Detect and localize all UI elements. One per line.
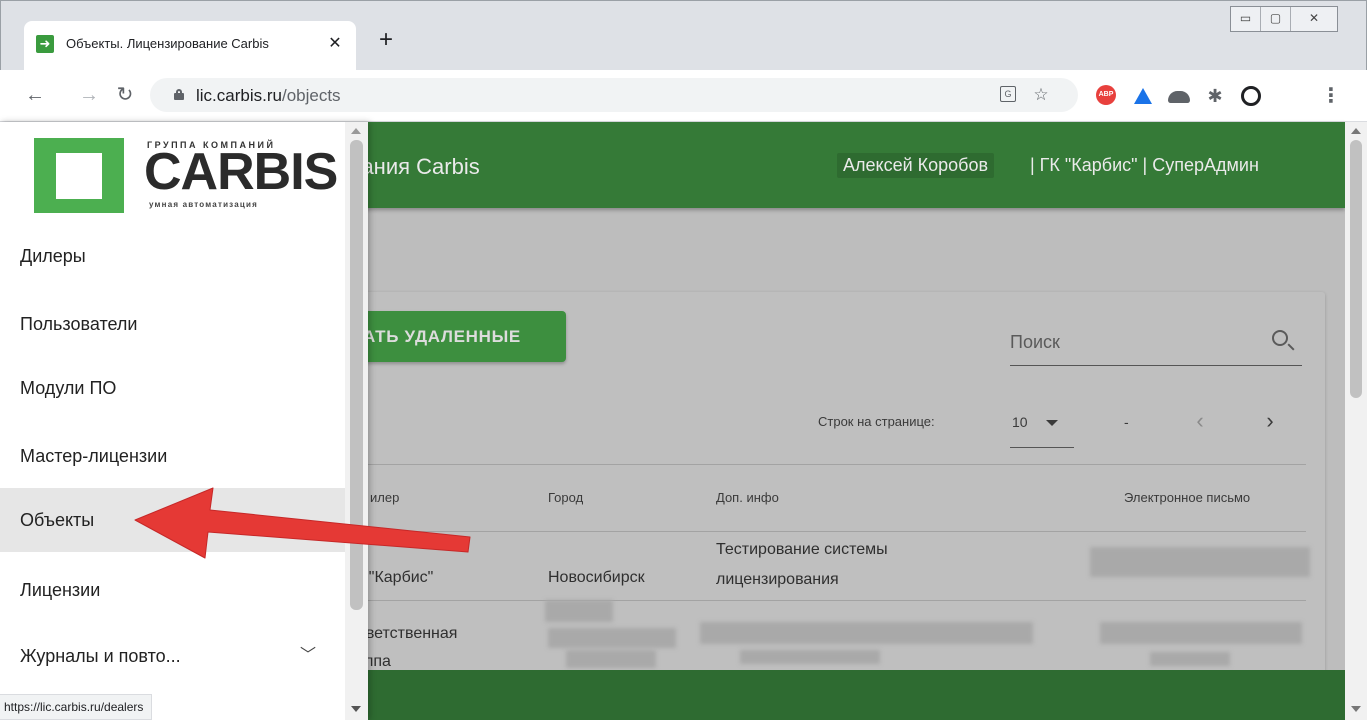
- search-icon[interactable]: [1272, 330, 1288, 346]
- tab-strip: ➜ Объекты. Лицензирование Carbis ✕ + ▭ ▢…: [0, 0, 1367, 70]
- nav-item-software-modules[interactable]: Модули ПО: [0, 356, 345, 420]
- forward-icon[interactable]: →: [76, 82, 102, 108]
- scroll-down-icon[interactable]: [1351, 706, 1361, 712]
- address-bar[interactable]: lic.carbis.ru/objects G ☆: [150, 78, 1078, 112]
- column-header-email[interactable]: Электронное письмо: [1124, 490, 1250, 505]
- redacted-city: [545, 600, 613, 622]
- scroll-down-icon[interactable]: [351, 706, 361, 712]
- footer-bar: [340, 670, 1345, 720]
- profile-icon[interactable]: [1240, 85, 1262, 107]
- page-scrollbar[interactable]: [1345, 122, 1367, 720]
- navigation-drawer: ГРУППА КОМПАНИЙ CARBIS умная автоматизац…: [0, 122, 368, 720]
- column-header-city[interactable]: Город: [548, 490, 583, 505]
- scroll-up-icon[interactable]: [351, 128, 361, 134]
- scrollbar-thumb[interactable]: [1350, 140, 1362, 398]
- divider: [340, 464, 1306, 465]
- scroll-up-icon[interactable]: [1351, 128, 1361, 134]
- scrollbar-thumb[interactable]: [350, 140, 363, 610]
- hat-extension-icon[interactable]: [1168, 85, 1190, 107]
- delta-extension-icon[interactable]: [1132, 85, 1154, 107]
- pagination-range: -: [1124, 414, 1129, 430]
- cell-city: Новосибирск: [548, 569, 645, 586]
- maximize-button[interactable]: ▢: [1261, 7, 1291, 31]
- url-text[interactable]: lic.carbis.ru/objects: [196, 86, 341, 106]
- column-header-dealer[interactable]: илер: [370, 490, 399, 505]
- drawer-scrollbar[interactable]: [345, 122, 368, 720]
- chevron-down-icon: [1046, 420, 1058, 426]
- column-header-info[interactable]: Доп. инфо: [716, 490, 779, 505]
- bookmark-star-icon[interactable]: ☆: [1030, 84, 1052, 106]
- divider: [340, 531, 1306, 532]
- nav-item-logs[interactable]: Журналы и повто... ﹀: [0, 624, 345, 688]
- carbis-logo[interactable]: ГРУППА КОМПАНИЙ CARBIS умная автоматизац…: [34, 138, 338, 213]
- favicon-icon: ➜: [36, 35, 54, 53]
- redacted-info: [700, 622, 1033, 644]
- close-window-button[interactable]: ✕: [1291, 7, 1337, 31]
- redacted-email: [1090, 547, 1310, 577]
- chevron-down-icon: ﹀: [300, 647, 317, 664]
- app-title: вания Carbis: [350, 154, 480, 179]
- extensions-puzzle-icon[interactable]: ✱: [1204, 85, 1226, 107]
- nav-item-dealers[interactable]: Дилеры: [0, 224, 345, 288]
- redacted-info: [740, 650, 880, 664]
- cell-info-line2: лицензирования: [716, 571, 839, 588]
- browser-tab[interactable]: ➜ Объекты. Лицензирование Carbis ✕: [24, 21, 356, 70]
- user-name[interactable]: Алексей Коробов: [837, 153, 995, 178]
- tab-title: Объекты. Лицензирование Carbis: [66, 36, 269, 51]
- nav-item-users[interactable]: Пользователи: [0, 292, 345, 356]
- logo-square-icon: [34, 138, 124, 213]
- nav-item-objects[interactable]: Объекты: [0, 488, 345, 552]
- divider: [340, 600, 1306, 601]
- rows-per-page-select[interactable]: 10: [1010, 406, 1074, 448]
- back-icon[interactable]: ←: [22, 82, 48, 108]
- lock-icon: [174, 89, 184, 100]
- rows-per-page-label: Строк на странице:: [818, 414, 935, 429]
- page-viewport: вания Carbis Алексей Коробов | ГК "Карби…: [0, 122, 1367, 720]
- search-input[interactable]: [1010, 328, 1250, 356]
- user-org-role: | ГК "Карбис" | СуперАдмин: [1030, 155, 1259, 175]
- reload-icon[interactable]: ↻: [112, 82, 138, 108]
- prev-page-icon[interactable]: ‹: [1185, 406, 1215, 436]
- redacted-email: [1100, 622, 1302, 644]
- browser-window: ➜ Объекты. Лицензирование Carbis ✕ + ▭ ▢…: [0, 0, 1367, 720]
- browser-toolbar: ← → ↻ lic.carbis.ru/objects G ☆ ABP ✱ ⋮: [0, 70, 1367, 122]
- menu-dots-icon[interactable]: ⋮: [1320, 85, 1342, 107]
- nav-item-master-licenses[interactable]: Мастер-лицензии: [0, 424, 345, 488]
- redacted-city: [566, 650, 656, 668]
- tab-close-icon[interactable]: ✕: [323, 32, 347, 56]
- nav-item-licenses[interactable]: Лицензии: [0, 558, 345, 622]
- adblock-extension-icon[interactable]: ABP: [1096, 85, 1118, 107]
- redacted-email: [1150, 652, 1230, 666]
- redacted-city: [548, 628, 676, 648]
- window-controls: ▭ ▢ ✕: [1230, 6, 1338, 32]
- translate-icon[interactable]: G: [1000, 86, 1016, 102]
- status-url-bar: https://lic.carbis.ru/dealers: [0, 694, 153, 720]
- new-tab-button[interactable]: +: [372, 26, 400, 54]
- search-field[interactable]: [1010, 320, 1302, 366]
- minimize-button[interactable]: ▭: [1231, 7, 1261, 31]
- next-page-icon[interactable]: ›: [1255, 406, 1285, 436]
- cell-info-line1: Тестирование системы: [716, 541, 888, 558]
